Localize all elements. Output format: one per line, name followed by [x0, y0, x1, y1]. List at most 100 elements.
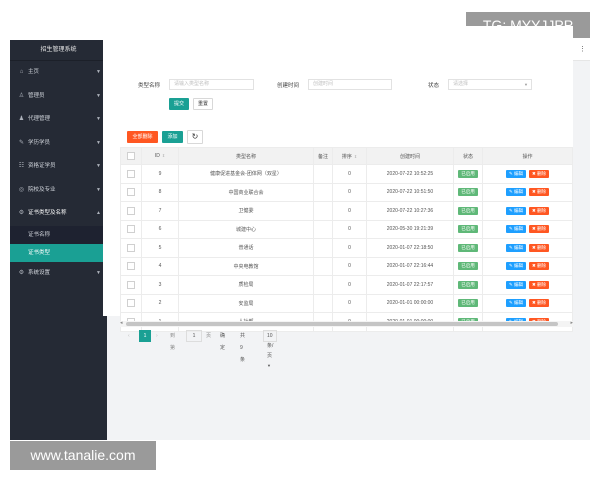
- submit-button[interactable]: 提交: [169, 98, 189, 110]
- status-badge[interactable]: 已启用: [458, 262, 478, 271]
- row-checkbox-cell[interactable]: [120, 293, 142, 313]
- add-button[interactable]: 添加: [162, 131, 183, 143]
- status-badge[interactable]: 已启用: [458, 188, 478, 197]
- more-icon[interactable]: ⋮: [579, 40, 586, 60]
- reset-button[interactable]: 重置: [193, 98, 213, 110]
- menu-icon: ⚙: [18, 210, 25, 216]
- sidebar-item[interactable]: ⌂ 主页 ▼: [10, 61, 107, 85]
- delete-button[interactable]: ✖ 删除: [529, 188, 550, 197]
- created-time-placeholder: 创建时间: [313, 81, 334, 87]
- table-row: 4 中央电教馆 0 2020-01-07 22:16:44 已启用 ✎ 编辑 ✖ 删除: [120, 256, 573, 276]
- row-checkbox[interactable]: [127, 262, 135, 271]
- page-size-select[interactable]: 10 条/页 ▼: [263, 330, 278, 368]
- goto-page-input[interactable]: 1: [186, 330, 202, 342]
- status-placeholder: 请选择: [453, 81, 469, 87]
- menu-icon: ⚙: [18, 269, 25, 276]
- status-badge[interactable]: 已启用: [458, 169, 478, 178]
- row-checkbox-cell[interactable]: [120, 219, 142, 239]
- scrollbar-thumb[interactable]: [126, 322, 558, 326]
- status-select[interactable]: 请选择 ▼: [448, 79, 532, 90]
- col-id[interactable]: ID ⇕: [141, 147, 179, 165]
- row-checkbox-cell[interactable]: [120, 275, 142, 295]
- delete-label: 删除: [537, 189, 547, 195]
- select-all-checkbox-cell[interactable]: [120, 147, 142, 165]
- type-name-input[interactable]: 请输入类型名称: [169, 79, 254, 90]
- edit-button[interactable]: ✎ 编辑: [505, 225, 526, 234]
- delete-label: 删除: [537, 263, 547, 269]
- delete-button[interactable]: ✖ 删除: [529, 262, 550, 271]
- scroll-right-icon[interactable]: ▸: [570, 320, 573, 326]
- delete-button[interactable]: ✖ 删除: [529, 243, 550, 252]
- edit-button[interactable]: ✎ 编辑: [505, 169, 526, 178]
- delete-label: 删除: [537, 281, 547, 287]
- cell-status: 已启用: [453, 238, 483, 258]
- edit-button[interactable]: ✎ 编辑: [505, 243, 526, 252]
- row-checkbox[interactable]: [127, 243, 135, 252]
- edit-button[interactable]: ✎ 编辑: [505, 262, 526, 271]
- cell-id: 6: [141, 219, 179, 239]
- row-checkbox-cell[interactable]: [120, 201, 142, 221]
- sidebar-item[interactable]: ✎ 学历学员 ▼: [10, 132, 107, 156]
- sidebar-item[interactable]: ♙ 管理员 ▼: [10, 85, 107, 109]
- cell-ops: ✎ 编辑✖ 删除: [482, 256, 573, 276]
- sidebar-subitem[interactable]: 证书名称: [10, 225, 107, 244]
- cell-created: 2020-01-01 00:00:00: [366, 293, 454, 313]
- edit-button[interactable]: ✎ 编辑: [505, 280, 526, 289]
- row-checkbox[interactable]: [127, 169, 135, 178]
- delete-button[interactable]: ✖ 删除: [529, 225, 550, 234]
- status-badge[interactable]: 已启用: [458, 225, 478, 234]
- cell-order: 0: [332, 275, 367, 295]
- sidebar-item[interactable]: ⚙ 系统设置 ▼: [10, 262, 107, 286]
- page-current[interactable]: 1: [139, 330, 151, 342]
- delete-button[interactable]: ✖ 删除: [529, 280, 550, 289]
- chevron-down-icon: ▼: [96, 116, 101, 122]
- row-checkbox[interactable]: [127, 206, 135, 215]
- row-checkbox[interactable]: [127, 225, 135, 234]
- row-checkbox-cell[interactable]: [120, 256, 142, 276]
- cell-ops: ✎ 编辑✖ 删除: [482, 219, 573, 239]
- col-created-label: 创建时间: [399, 153, 420, 160]
- sidebar-item[interactable]: ☷ 资格证学员 ▼: [10, 155, 107, 179]
- cell-remark: [313, 219, 333, 239]
- total-count: 共 9 条: [240, 333, 246, 363]
- select-all-checkbox[interactable]: [127, 152, 135, 160]
- prev-page-icon[interactable]: ‹: [128, 330, 130, 342]
- created-time-input[interactable]: 创建时间: [308, 79, 392, 90]
- edit-button[interactable]: ✎ 编辑: [505, 299, 526, 308]
- cell-order: 0: [332, 182, 367, 202]
- edit-button[interactable]: ✎ 编辑: [505, 188, 526, 197]
- cell-ops: ✎ 编辑✖ 删除: [482, 293, 573, 313]
- next-page-icon[interactable]: ›: [156, 330, 158, 342]
- sidebar-item[interactable]: ◎ 院校及专业 ▼: [10, 179, 107, 203]
- sidebar-item[interactable]: ♟ 代理管理 ▼: [10, 108, 107, 132]
- row-checkbox[interactable]: [127, 280, 135, 289]
- status-badge[interactable]: 已启用: [458, 206, 478, 215]
- refresh-table-button[interactable]: ↻: [187, 130, 203, 144]
- row-checkbox-cell[interactable]: [120, 182, 142, 202]
- status-badge[interactable]: 已启用: [458, 299, 478, 308]
- col-order[interactable]: 排序 ⇕: [332, 147, 367, 165]
- cell-order: 0: [332, 201, 367, 221]
- edit-button[interactable]: ✎ 编辑: [505, 206, 526, 215]
- watermark-bottom: www.tanalie.com: [10, 441, 156, 470]
- goto-confirm-button[interactable]: 确定: [220, 330, 225, 351]
- delete-button[interactable]: ✖ 删除: [529, 299, 550, 308]
- row-checkbox[interactable]: [127, 188, 135, 197]
- sidebar-subitem[interactable]: 证书类型: [10, 243, 107, 262]
- row-checkbox[interactable]: [127, 299, 135, 308]
- horizontal-scrollbar[interactable]: ◂ ▸: [120, 320, 573, 327]
- delete-button[interactable]: ✖ 删除: [529, 206, 550, 215]
- status-badge[interactable]: 已启用: [458, 243, 478, 252]
- cell-status: 已启用: [453, 275, 483, 295]
- row-checkbox-cell[interactable]: [120, 238, 142, 258]
- scroll-left-icon[interactable]: ◂: [120, 320, 123, 326]
- delete-button[interactable]: ✖ 删除: [529, 169, 550, 178]
- chevron-down-icon: ▼: [96, 92, 101, 99]
- cell-ops: ✎ 编辑✖ 删除: [482, 275, 573, 295]
- cell-status: 已启用: [453, 293, 483, 313]
- status-badge[interactable]: 已启用: [458, 280, 478, 289]
- delete-all-button[interactable]: 全部删除: [127, 131, 158, 143]
- col-created: 创建时间: [366, 147, 454, 165]
- row-checkbox-cell[interactable]: [120, 164, 142, 184]
- sidebar-item[interactable]: ⚙ 证书类型及名称 ▲: [10, 202, 107, 226]
